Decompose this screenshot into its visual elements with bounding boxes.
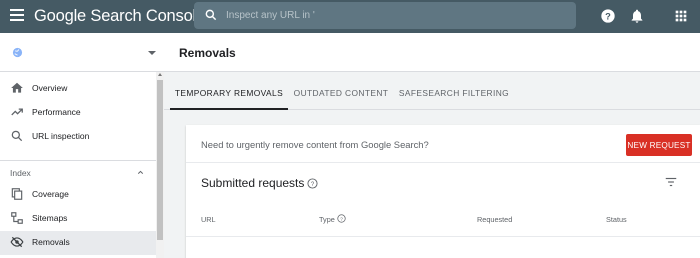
scroll-up-arrow[interactable] xyxy=(158,73,162,76)
sitemap-icon xyxy=(11,212,23,224)
sidebar-item-label: URL inspection xyxy=(32,131,90,141)
scrollbar-thumb[interactable] xyxy=(157,80,163,240)
submitted-requests-title: Submitted requests xyxy=(201,176,305,190)
search-input[interactable] xyxy=(226,2,556,29)
menu-icon[interactable] xyxy=(10,9,24,23)
top-app-bar: Google Search Console ? xyxy=(0,0,700,33)
column-header-status[interactable]: Status xyxy=(606,215,627,224)
table-header-divider xyxy=(186,236,700,237)
sidebar-item-removals[interactable]: Removals xyxy=(0,231,156,255)
column-header-requested[interactable]: Requested xyxy=(477,215,512,224)
eye-off-icon xyxy=(10,236,24,248)
home-icon xyxy=(11,82,23,93)
removals-card: Need to urgently remove content from Goo… xyxy=(186,125,700,258)
help-circle-icon[interactable]: ? xyxy=(337,214,346,223)
url-inspection-search[interactable] xyxy=(194,2,576,29)
search-icon xyxy=(11,130,23,142)
sidebar-item-overview[interactable]: Overview xyxy=(0,77,156,101)
sidebar-section-index[interactable]: Index xyxy=(0,160,156,182)
new-request-bar: Need to urgently remove content from Goo… xyxy=(186,125,700,163)
sidebar-item-label: Overview xyxy=(32,83,68,93)
filter-icon[interactable] xyxy=(664,175,678,189)
tab-temporary-removals[interactable]: TEMPORARY REMOVALS xyxy=(170,72,288,110)
column-header-url[interactable]: URL xyxy=(201,215,216,224)
help-icon[interactable]: ? xyxy=(600,8,616,24)
svg-text:?: ? xyxy=(311,182,315,188)
column-header-type[interactable]: Type xyxy=(319,215,335,224)
chevron-down-icon xyxy=(148,51,156,55)
removal-prompt: Need to urgently remove content from Goo… xyxy=(201,139,429,150)
sidebar: Overview Performance URL inspection Inde… xyxy=(0,33,164,258)
help-circle-icon[interactable]: ? xyxy=(307,178,318,189)
tab-outdated-content[interactable]: OUTDATED CONTENT xyxy=(288,72,394,110)
main-content: Removals TEMPORARY REMOVALS OUTDATED CON… xyxy=(164,33,700,258)
property-selector[interactable] xyxy=(0,33,164,72)
tab-bar: TEMPORARY REMOVALS OUTDATED CONTENT SAFE… xyxy=(164,72,700,110)
svg-text:?: ? xyxy=(340,216,343,222)
sidebar-item-coverage[interactable]: Coverage xyxy=(0,183,156,207)
sidebar-scrollbar[interactable] xyxy=(156,72,164,258)
svg-text:?: ? xyxy=(605,11,611,21)
notifications-icon[interactable] xyxy=(629,8,645,24)
search-icon xyxy=(205,9,217,21)
chevron-up-icon xyxy=(137,170,144,174)
trending-up-icon xyxy=(11,108,23,116)
apps-grid-icon[interactable] xyxy=(673,8,689,24)
sidebar-item-label: Coverage xyxy=(32,189,69,199)
section-label: Index xyxy=(10,168,31,178)
tab-safesearch-filtering[interactable]: SAFESEARCH FILTERING xyxy=(396,72,512,110)
sidebar-item-label: Performance xyxy=(32,107,81,117)
globe-icon xyxy=(12,47,23,58)
app-title: Google Search Console xyxy=(34,7,205,25)
new-request-button[interactable]: NEW REQUEST xyxy=(626,134,692,156)
sidebar-item-sitemaps[interactable]: Sitemaps xyxy=(0,207,156,231)
coverage-icon xyxy=(11,188,23,200)
sidebar-item-label: Sitemaps xyxy=(32,213,68,223)
page-header: Removals xyxy=(164,33,700,72)
page-title: Removals xyxy=(179,46,236,60)
sidebar-item-url-inspection[interactable]: URL inspection xyxy=(0,125,156,149)
sidebar-item-performance[interactable]: Performance xyxy=(0,101,156,125)
sidebar-item-label: Removals xyxy=(32,237,70,247)
